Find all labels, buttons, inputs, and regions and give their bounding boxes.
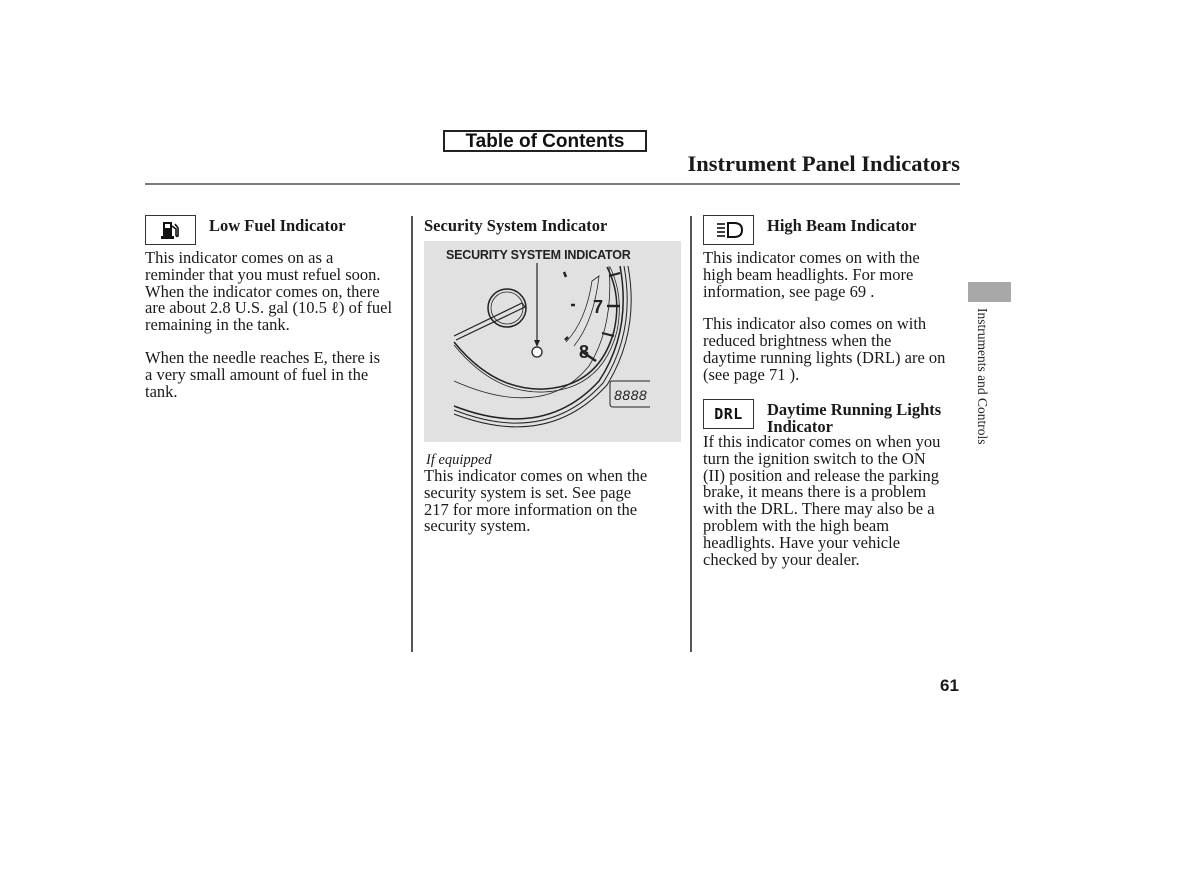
header-divider: [145, 183, 960, 185]
drl-heading-line1: Daytime Running Lights: [767, 400, 942, 419]
section-tab-marker: [968, 282, 1011, 302]
column-divider: [411, 216, 413, 652]
high-beam-icon-box: [703, 215, 754, 245]
inner-gauge-arc: [453, 266, 618, 390]
table-of-contents-button[interactable]: Table of Contents: [443, 130, 647, 152]
gauge-needle: [453, 302, 526, 341]
tach-tick: [601, 332, 615, 337]
section-tab-label: Instruments and Controls: [975, 308, 990, 445]
security-heading: Security System Indicator: [424, 216, 608, 235]
gauge-tick: [562, 271, 568, 278]
high-beam-heading: High Beam Indicator: [767, 216, 917, 235]
low-fuel-heading: Low Fuel Indicator: [209, 216, 346, 235]
page-title: Instrument Panel Indicators: [687, 151, 960, 176]
low-fuel-paragraph: When the needle reaches E, there is a ve…: [145, 347, 381, 401]
drl-icon: DRL: [703, 399, 754, 429]
high-beam-paragraph: This indicator also comes on with reduce…: [703, 314, 946, 384]
high-beam-section: High Beam Indicator This indicator comes…: [703, 215, 963, 395]
needle-hub: [487, 288, 527, 328]
tach-number-8: 8: [579, 342, 590, 362]
gauge-tick: [564, 336, 569, 341]
drl-icon-text: DRL: [714, 405, 743, 423]
low-fuel-icon-box: [145, 215, 196, 245]
high-beam-icon: [716, 222, 743, 238]
security-indicator-figure: SECURITY SYSTEM INDICATOR 7 8 8888: [424, 241, 681, 442]
pointer-arrowhead: [534, 340, 540, 347]
high-beam-paragraph: This indicator comes on with the high be…: [703, 248, 920, 301]
tach-number-7: 7: [593, 297, 604, 317]
fuel-pump-icon: [160, 222, 179, 239]
security-indicator-light: [531, 346, 543, 358]
security-paragraph: This indicator comes on when the securit…: [424, 466, 648, 536]
odometer-display: 8888: [614, 387, 648, 403]
column-divider: [690, 216, 692, 652]
page-number: 61: [940, 676, 959, 695]
drl-heading: Daytime Running Lights Indicator: [767, 401, 941, 435]
low-fuel-paragraph: This indicator comes on as a reminder th…: [145, 248, 393, 335]
gauge-illustration: [453, 263, 650, 428]
drl-paragraph: If this indicator comes on when you turn…: [703, 432, 941, 569]
